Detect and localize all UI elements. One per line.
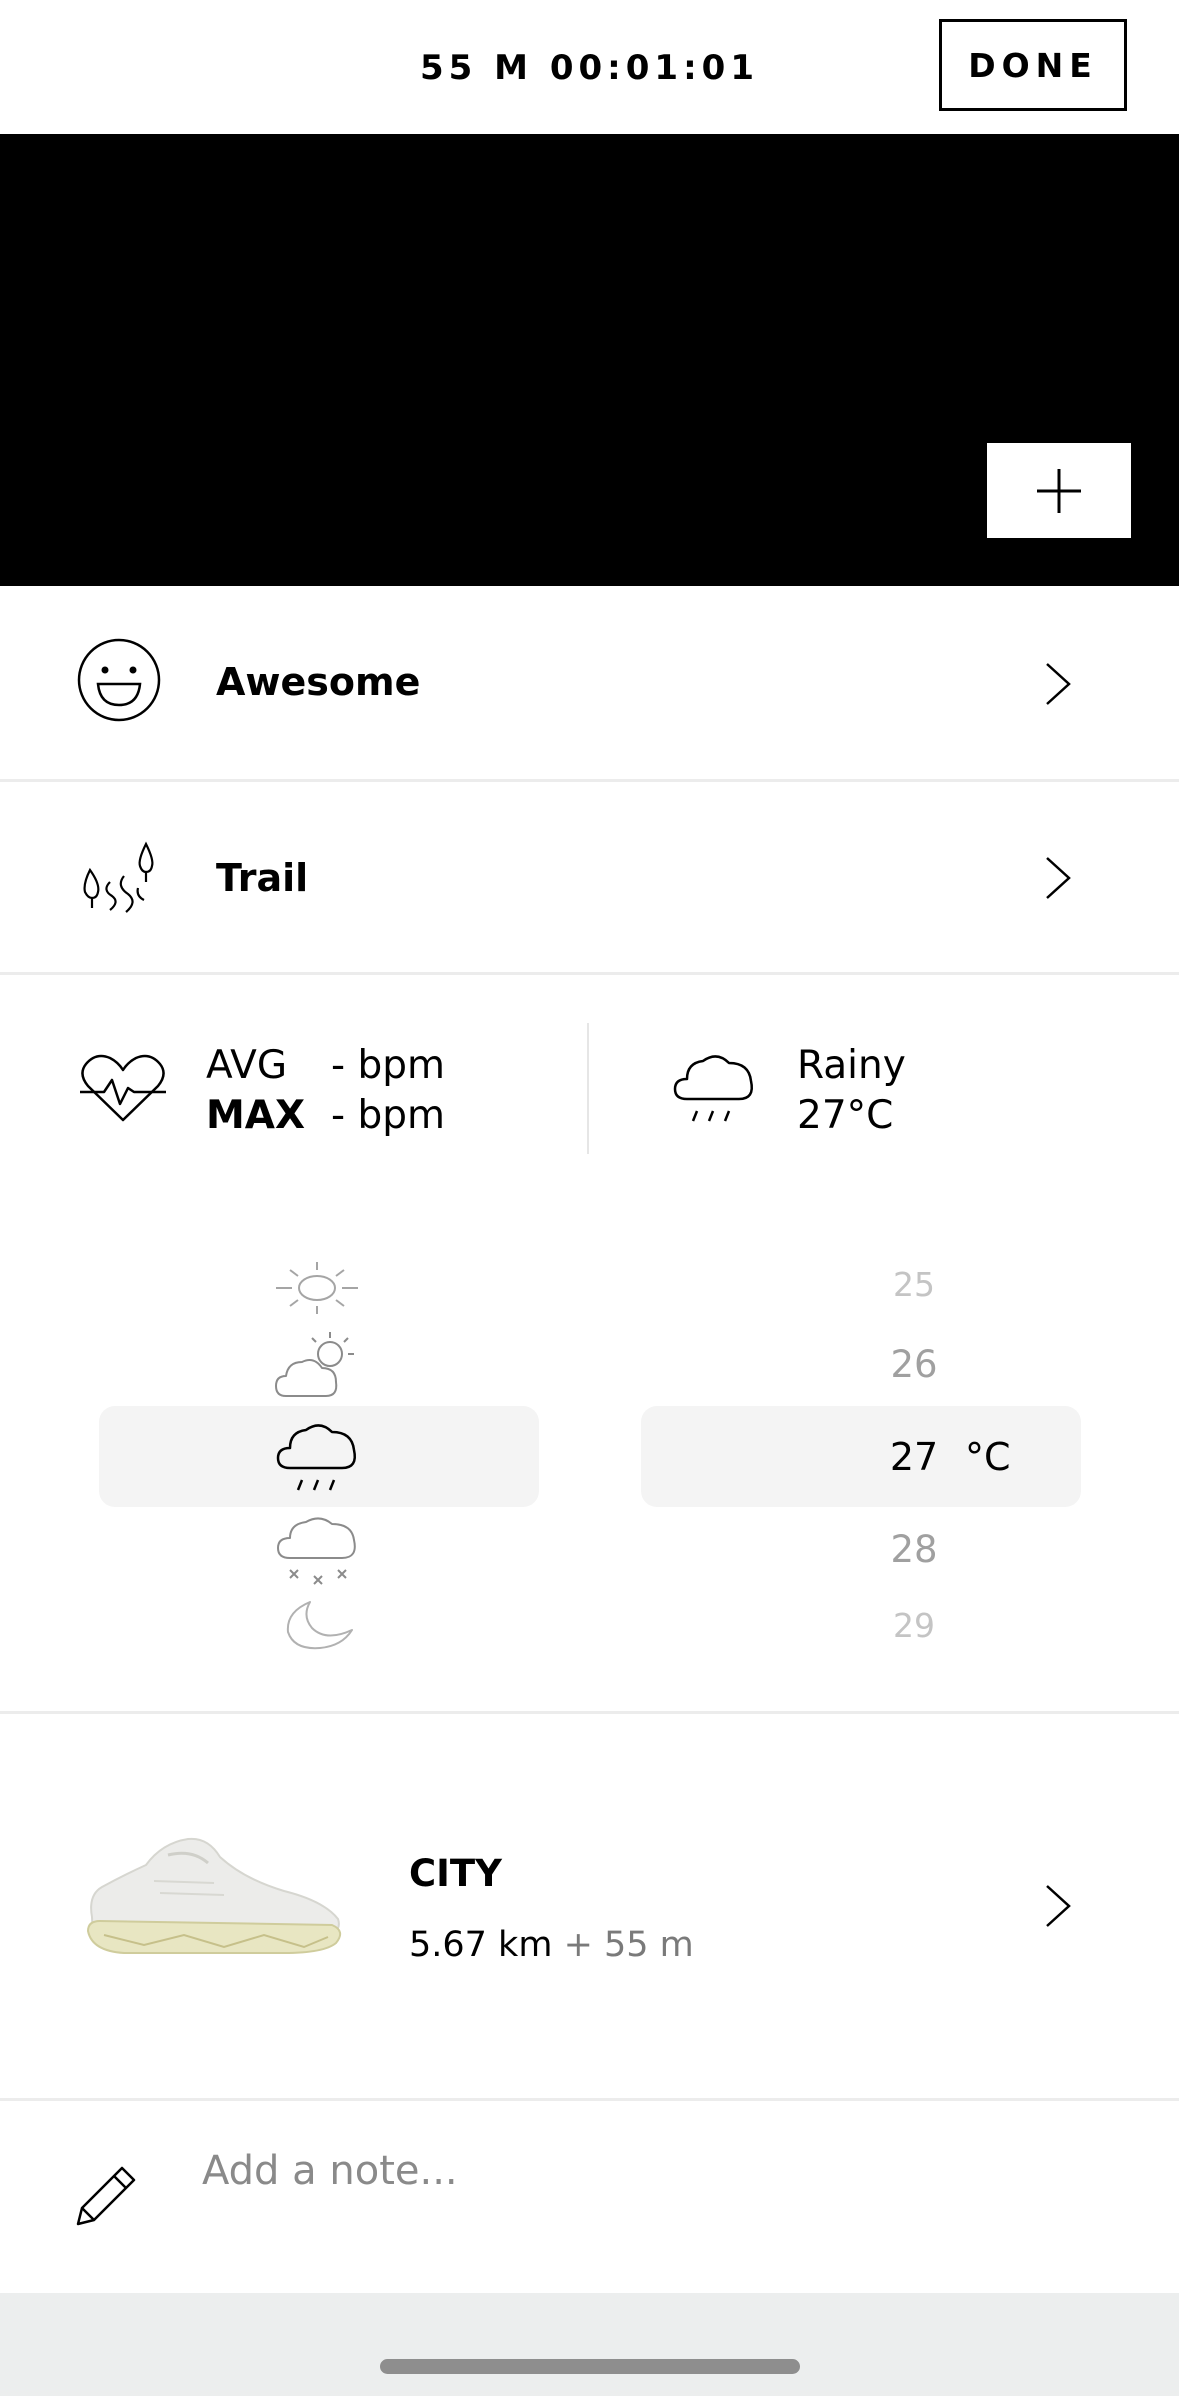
temp-option[interactable]: 25 (884, 1265, 944, 1304)
hr-avg-value: - bpm (331, 1043, 445, 1088)
chevron-right-icon (1046, 663, 1071, 705)
temperature-picker-selection[interactable] (641, 1406, 1081, 1507)
plus-icon (1037, 468, 1081, 513)
home-indicator[interactable] (380, 2359, 800, 2374)
sun-icon[interactable] (274, 1260, 360, 1316)
chevron-right-icon (1046, 1885, 1071, 1927)
rain-cloud-icon (673, 1055, 753, 1122)
weather-condition: Rainy (797, 1043, 906, 1088)
temp-unit: °C (965, 1435, 1011, 1479)
temp-option-selected[interactable]: 27 (884, 1435, 944, 1479)
surface-row[interactable] (0, 782, 1179, 974)
trail-icon (83, 841, 154, 913)
shoe-distance-line: 5.67 km + 55 m (409, 1925, 694, 1965)
hr-max-label: MAX (206, 1093, 306, 1138)
chevron-right-icon (1046, 857, 1071, 899)
weather-temperature: 27°C (797, 1093, 894, 1138)
hr-avg-label: AVG (206, 1043, 288, 1088)
add-photo-button[interactable] (987, 443, 1131, 538)
temp-option[interactable]: 26 (884, 1343, 944, 1386)
surface-label: Trail (216, 856, 309, 900)
temp-option[interactable]: 28 (884, 1528, 944, 1571)
rain-cloud-icon[interactable] (276, 1418, 360, 1496)
snow-cloud-icon[interactable] (276, 1514, 360, 1586)
pencil-icon (76, 2166, 136, 2226)
hr-max-value: - bpm (331, 1093, 445, 1138)
shoe-image (86, 1837, 342, 1954)
done-button[interactable]: DONE (939, 19, 1127, 111)
temp-option[interactable]: 29 (884, 1606, 944, 1645)
mood-label: Awesome (216, 660, 421, 704)
moon-icon[interactable] (280, 1598, 358, 1652)
divider (0, 972, 1179, 975)
partly-cloudy-icon[interactable] (274, 1330, 364, 1400)
bottom-area (0, 2293, 1179, 2396)
note-input[interactable]: Add a note... (202, 2148, 1102, 2194)
heart-rate-icon (80, 1054, 166, 1122)
shoe-distance: 5.67 km (409, 1925, 553, 1965)
divider (0, 2098, 1179, 2101)
vertical-divider (587, 1023, 589, 1154)
shoe-extra-distance: + 55 m (563, 1925, 694, 1965)
shoe-name: CITY (409, 1852, 502, 1895)
smiley-icon (77, 638, 161, 722)
mood-row[interactable] (0, 586, 1179, 780)
